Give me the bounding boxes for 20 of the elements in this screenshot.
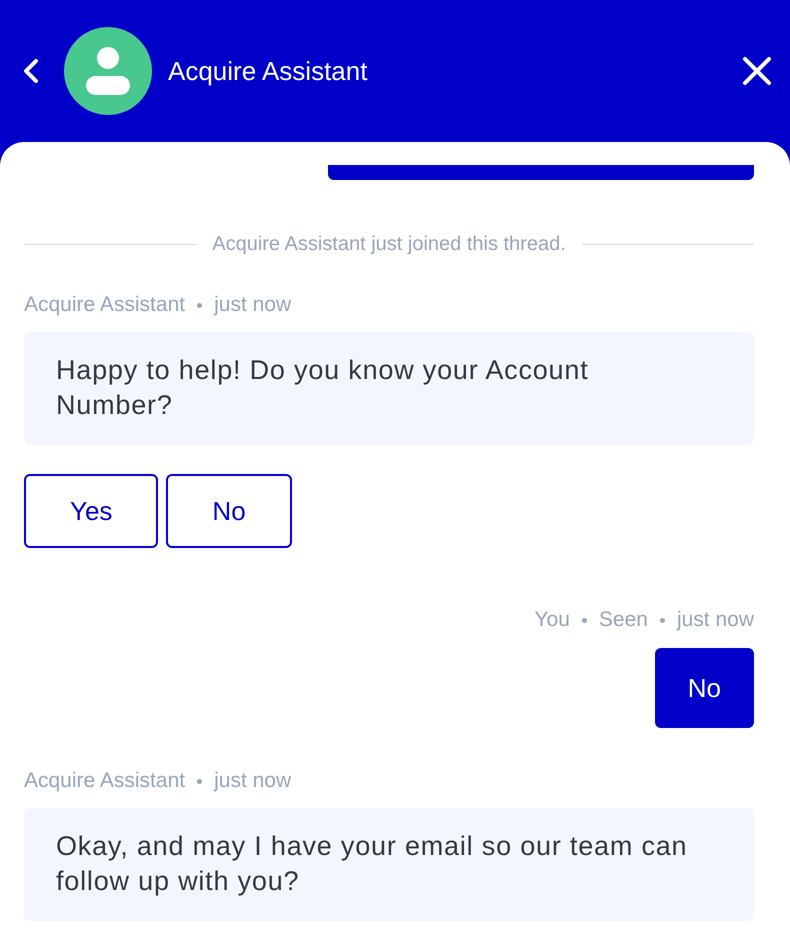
quick-reply-button[interactable]: No (166, 474, 292, 548)
message-meta: Acquire Assistant (24, 293, 186, 317)
bot-message: Happy to help! Do you know your Account Number? (24, 332, 754, 445)
message-meta: just now (676, 608, 754, 632)
bot-message: Okay, and may I have your email so our team can follow up with you? (24, 808, 754, 921)
separator-dot (197, 302, 202, 308)
separator-dot (197, 778, 202, 784)
separator-dot (660, 618, 665, 622)
message-meta: You (534, 608, 570, 632)
chat-title: Acquire Assistant (168, 54, 368, 88)
user-message: No (654, 648, 754, 728)
quick-reply-button[interactable]: Yes (24, 474, 158, 548)
message-meta: Seen (598, 608, 648, 632)
back-icon[interactable] (22, 58, 40, 84)
system-notice: Acquire Assistant just joined this thread. (212, 232, 566, 256)
close-icon[interactable] (742, 56, 772, 86)
message-meta: just now (214, 769, 292, 793)
message-meta: Acquire Assistant (24, 769, 186, 793)
message-meta: just now (214, 293, 292, 317)
separator-dot (582, 618, 587, 622)
